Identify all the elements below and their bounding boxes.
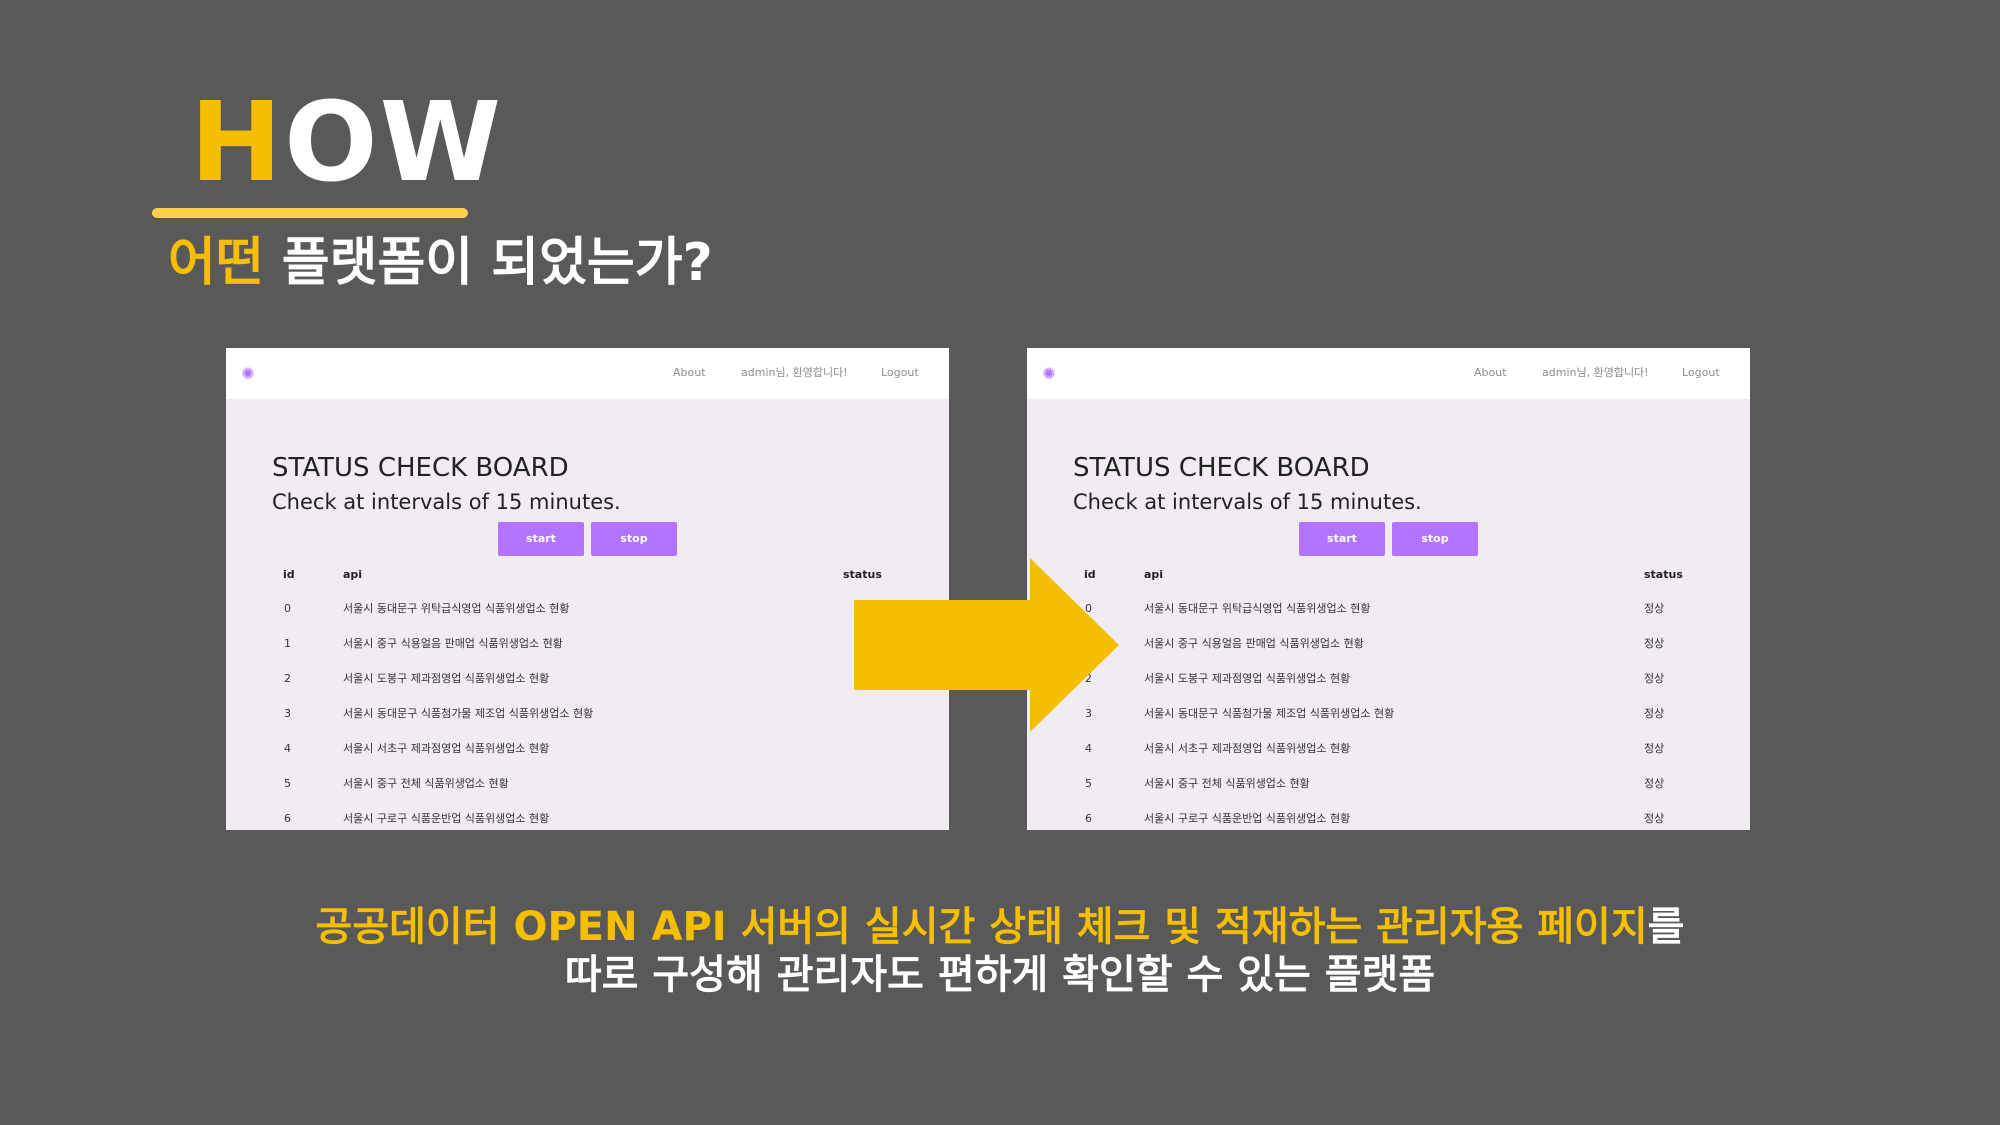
table-row: 2 서울시 도봉구 제과점영업 식품위생업소 현황 <box>226 672 949 707</box>
table-row: 5 서울시 중구 전체 식품위생업소 현황 정상 <box>1027 777 1750 812</box>
row-id: 4 <box>284 742 291 755</box>
title-underline <box>152 208 468 218</box>
page-title: STATUS CHECK BOARD <box>272 453 569 483</box>
column-header-id: id <box>283 568 295 581</box>
row-status: 정상 <box>1644 637 1665 650</box>
lightbulb-icon[interactable]: ✺ <box>238 364 258 384</box>
page-subtitle: Check at intervals of 15 minutes. <box>1073 490 1422 514</box>
slide-subtitle-accent: 어떤 <box>168 233 264 293</box>
navbar: ✺ About admin님, 환영합니다! Logout <box>226 348 949 399</box>
lightbulb-icon[interactable]: ✺ <box>1039 364 1059 384</box>
row-id: 2 <box>284 672 291 685</box>
right-arrow-icon <box>854 558 1119 732</box>
row-id: 3 <box>284 707 291 720</box>
nav-logout-link[interactable]: Logout <box>1682 366 1720 380</box>
row-status: 정상 <box>1644 707 1665 720</box>
nav-user-greeting: admin님, 환영합니다! <box>1542 366 1649 379</box>
status-table-body: 0서울시 동대문구 위탁급식영업 식품위생업소 현황정상 1서울시 중구 식용얼… <box>1027 602 1750 830</box>
row-api: 서울시 중구 전체 식품위생업소 현황 <box>1144 777 1310 790</box>
caption-line-2: 따로 구성해 관리자도 편하게 확인할 수 있는 플랫폼 <box>564 952 1436 998</box>
caption-line-1: 공공데이터 OPEN API 서버의 실시간 상태 체크 및 적재하는 관리자용… <box>0 902 2000 952</box>
nav-about-link[interactable]: About <box>1474 366 1507 380</box>
slide-subtitle: 어떤 플랫폼이 되었는가? <box>168 228 713 298</box>
row-id: 4 <box>1085 742 1092 755</box>
row-api: 서울시 동대문구 식품첨가물 제조업 식품위생업소 현황 <box>1144 707 1395 720</box>
row-status: 정상 <box>1644 777 1665 790</box>
table-row: 4 서울시 서초구 제과점영업 식품위생업소 현황 <box>226 742 949 777</box>
table-row: 0 서울시 동대문구 위탁급식영업 식품위생업소 현황 <box>226 602 949 637</box>
table-row: 0 서울시 동대문구 위탁급식영업 식품위생업소 현황 정상 <box>1027 602 1750 637</box>
column-header-status: status <box>1644 568 1683 581</box>
status-table-body: 0 서울시 동대문구 위탁급식영업 식품위생업소 현황 1 서울시 중구 식용얼음 … <box>226 602 949 830</box>
start-button[interactable]: start <box>1299 522 1385 556</box>
row-api: 서울시 도봉구 제과점영업 식품위생업소 현황 <box>1144 672 1351 685</box>
row-api: 서울시 동대문구 위탁급식영업 식품위생업소 현황 <box>1144 602 1371 615</box>
table-row: 5 서울시 중구 전체 식품위생업소 현황 <box>226 777 949 812</box>
nav-logout-link[interactable]: Logout <box>881 366 919 380</box>
row-status: 정상 <box>1644 602 1665 615</box>
caption-line-1-accent: 공공데이터 OPEN API 서버의 실시간 상태 체크 및 적재하는 관리자용… <box>315 904 1648 950</box>
row-api: 서울시 중구 식용얼음 판매업 식품위생업소 현황 <box>343 637 563 650</box>
row-id: 6 <box>284 812 291 825</box>
column-header-api: api <box>1144 568 1164 581</box>
row-api: 서울시 중구 전체 식품위생업소 현황 <box>343 777 509 790</box>
row-status: 정상 <box>1644 812 1665 825</box>
row-api: 서울시 서초구 제과점영업 식품위생업소 현황 <box>1144 742 1351 755</box>
table-row: 2 서울시 도봉구 제과점영업 식품위생업소 현황 정상 <box>1027 672 1750 707</box>
navbar: ✺ About admin님, 환영합니다! Logout <box>1027 348 1750 399</box>
table-row: 6 서울시 구로구 식품운반업 식품위생업소 현황 정상 <box>1027 812 1750 830</box>
nav-about-link[interactable]: About <box>673 366 706 380</box>
slide-title-rest: OW <box>284 78 503 206</box>
row-api: 서울시 동대문구 위탁급식영업 식품위생업소 현황 <box>343 602 570 615</box>
row-status: 정상 <box>1644 672 1665 685</box>
row-api: 서울시 동대문구 식품첨가물 제조업 식품위생업소 현황 <box>343 707 594 720</box>
table-row: 1서울시 중구 식용얼음 판매업 식품위생업소 현황정상 <box>1027 637 1750 672</box>
table-row: 1 서울시 중구 식용얼음 판매업 식품위생업소 현황 <box>226 637 949 672</box>
table-row: 3 서울시 동대문구 식품첨가물 제조업 식품위생업소 현황 <box>226 707 949 742</box>
page-subtitle: Check at intervals of 15 minutes. <box>272 490 621 514</box>
slide-title: HOW <box>190 82 503 202</box>
caption-line-1-rest: 를 <box>1647 904 1685 950</box>
row-api: 서울시 서초구 제과점영업 식품위생업소 현황 <box>343 742 550 755</box>
status-board-before: ✺ About admin님, 환영합니다! Logout STATUS CHE… <box>226 348 949 830</box>
table-row: 4 서울시 서초구 제과점영업 식품위생업소 현황 정상 <box>1027 742 1750 777</box>
row-id: 6 <box>1085 812 1092 825</box>
row-status: 정상 <box>1644 742 1665 755</box>
nav-user-greeting: admin님, 환영합니다! <box>741 366 848 379</box>
row-api: 서울시 구로구 식품운반업 식품위생업소 현황 <box>343 812 550 825</box>
column-header-api: api <box>343 568 363 581</box>
row-id: 1 <box>284 637 291 650</box>
row-id: 5 <box>1085 777 1092 790</box>
stop-button[interactable]: stop <box>1392 522 1478 556</box>
row-api: 서울시 도봉구 제과점영업 식품위생업소 현황 <box>343 672 550 685</box>
table-row: 6 서울시 구로구 식품운반업 식품위생업소 현황 <box>226 812 949 830</box>
row-api: 서울시 중구 식용얼음 판매업 식품위생업소 현황 <box>1144 637 1364 650</box>
row-id: 0 <box>284 602 291 615</box>
slide-title-accent: H <box>190 78 285 206</box>
table-row: 3 서울시 동대문구 식품첨가물 제조업 식품위생업소 현황 정상 <box>1027 707 1750 742</box>
slide-subtitle-rest: 플랫폼이 되었는가? <box>263 233 713 293</box>
page-title: STATUS CHECK BOARD <box>1073 453 1370 483</box>
row-id: 5 <box>284 777 291 790</box>
start-button[interactable]: start <box>498 522 584 556</box>
status-board-after: ✺ About admin님, 환영합니다! Logout STATUS CHE… <box>1027 348 1750 830</box>
stop-button[interactable]: stop <box>591 522 677 556</box>
row-api: 서울시 구로구 식품운반업 식품위생업소 현황 <box>1144 812 1351 825</box>
